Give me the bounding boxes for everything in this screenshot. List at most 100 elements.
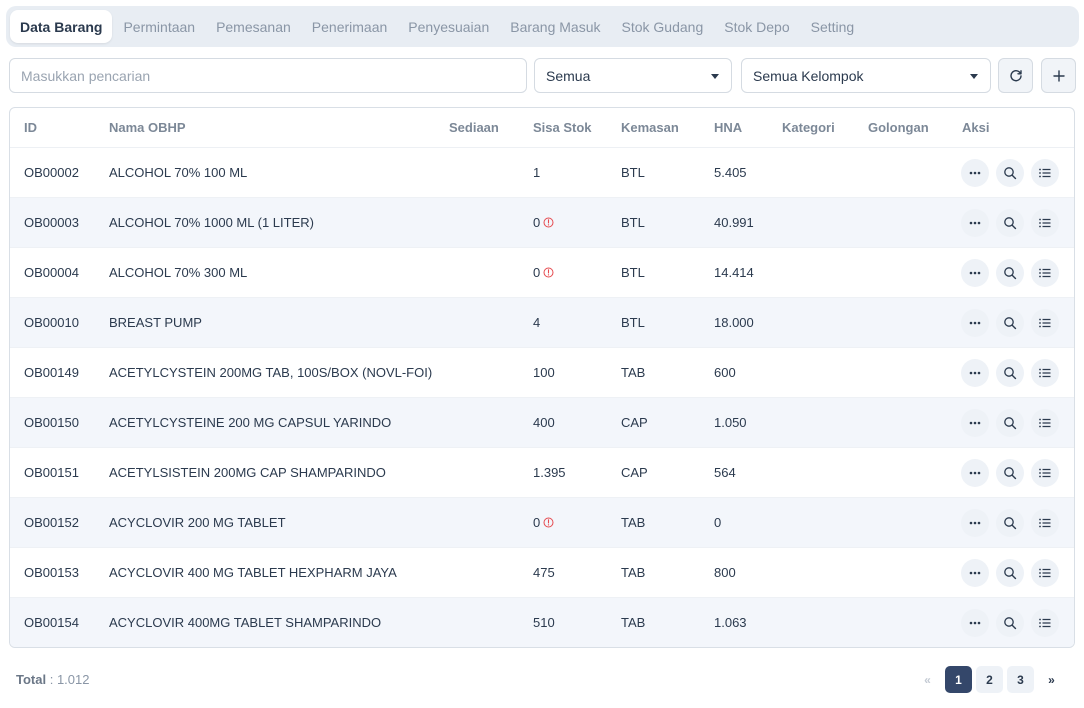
- view-button[interactable]: [996, 409, 1024, 437]
- more-icon: [969, 621, 981, 625]
- cell-hna: 40.991: [714, 198, 754, 248]
- more-button[interactable]: [961, 359, 989, 387]
- more-button[interactable]: [961, 309, 989, 337]
- warning-icon: [543, 267, 554, 278]
- page-button-1[interactable]: 1: [945, 666, 972, 693]
- tab-stok-gudang[interactable]: Stok Gudang: [612, 10, 714, 43]
- detail-button[interactable]: [1031, 409, 1059, 437]
- search-icon: [1004, 217, 1017, 230]
- cell-id-text: OB00152: [24, 515, 79, 530]
- cell-sisa-stok: 0: [533, 198, 554, 248]
- list-icon: [1039, 518, 1051, 528]
- search-icon: [1004, 567, 1017, 580]
- cell-hna: 800: [714, 548, 736, 598]
- tab-setting[interactable]: Setting: [801, 10, 865, 43]
- tab-barang-masuk[interactable]: Barang Masuk: [500, 10, 610, 43]
- detail-button[interactable]: [1031, 309, 1059, 337]
- cell-id: OB00004: [24, 248, 79, 298]
- cell-sisa-stok: 400: [533, 398, 555, 448]
- detail-button[interactable]: [1031, 209, 1059, 237]
- more-button[interactable]: [961, 159, 989, 187]
- tab-permintaan[interactable]: Permintaan: [113, 10, 205, 43]
- tab-data-barang[interactable]: Data Barang: [10, 10, 113, 43]
- cell-hna: 1.063: [714, 598, 747, 647]
- more-button[interactable]: [961, 459, 989, 487]
- more-button[interactable]: [961, 559, 989, 587]
- page-button-3[interactable]: 3: [1007, 666, 1034, 693]
- list-icon: [1039, 368, 1051, 378]
- cell-nama-text: ACYCLOVIR 200 MG TABLET: [109, 515, 286, 530]
- tab-stok-depo[interactable]: Stok Depo: [714, 10, 799, 43]
- cell-hna: 14.414: [714, 248, 754, 298]
- cell-kemasan-text: BTL: [621, 165, 645, 180]
- detail-button[interactable]: [1031, 559, 1059, 587]
- table-row: OB00004 ALCOHOL 70% 300 ML 0 BTL 14.414: [10, 248, 1074, 298]
- cell-kemasan-text: TAB: [621, 365, 646, 380]
- cell-kemasan: CAP: [621, 448, 648, 498]
- header-id: ID: [24, 120, 37, 135]
- detail-button[interactable]: [1031, 259, 1059, 287]
- cell-id-text: OB00004: [24, 265, 79, 280]
- cell-sisa-stok-text: 4: [533, 315, 541, 330]
- detail-button[interactable]: [1031, 159, 1059, 187]
- cell-sisa-stok-text: 400: [533, 415, 555, 430]
- cell-kemasan-text: BTL: [621, 215, 645, 230]
- more-icon: [969, 171, 981, 175]
- view-button[interactable]: [996, 509, 1024, 537]
- more-icon: [969, 321, 981, 325]
- cell-kemasan: BTL: [621, 148, 645, 198]
- detail-button[interactable]: [1031, 509, 1059, 537]
- group-select[interactable]: Semua Kelompok: [741, 58, 991, 93]
- refresh-button[interactable]: [998, 58, 1033, 93]
- cell-sisa-stok: 0: [533, 498, 554, 548]
- page-button-2[interactable]: 2: [976, 666, 1003, 693]
- add-button[interactable]: [1041, 58, 1076, 93]
- cell-sisa-stok: 475: [533, 548, 555, 598]
- cell-sisa-stok-text: 1.395: [533, 465, 566, 480]
- header-golongan: Golongan: [868, 120, 929, 135]
- cell-sisa-stok: 1.395: [533, 448, 566, 498]
- detail-button[interactable]: [1031, 459, 1059, 487]
- status-select[interactable]: Semua: [534, 58, 732, 93]
- next-page-button[interactable]: »: [1038, 666, 1065, 693]
- tab-penerimaan[interactable]: Penerimaan: [302, 10, 398, 43]
- view-button[interactable]: [996, 209, 1024, 237]
- cell-kemasan: TAB: [621, 598, 645, 647]
- more-button[interactable]: [961, 259, 989, 287]
- list-icon: [1039, 468, 1051, 478]
- view-button[interactable]: [996, 159, 1024, 187]
- cell-kemasan: TAB: [621, 498, 645, 548]
- view-button[interactable]: [996, 359, 1024, 387]
- chevron-down-icon: [711, 74, 719, 79]
- cell-hna-text: 564: [714, 465, 736, 480]
- more-button[interactable]: [961, 409, 989, 437]
- view-button[interactable]: [996, 559, 1024, 587]
- table-row: OB00153 ACYCLOVIR 400 MG TABLET HEXPHARM …: [10, 548, 1074, 598]
- cell-nama: ACYCLOVIR 400 MG TABLET HEXPHARM JAYA: [109, 548, 397, 598]
- prev-page-button[interactable]: «: [914, 666, 941, 693]
- tab-penyesuaian[interactable]: Penyesuaian: [398, 10, 499, 43]
- view-button[interactable]: [996, 259, 1024, 287]
- more-button[interactable]: [961, 609, 989, 637]
- cell-id-text: OB00003: [24, 215, 79, 230]
- tab-pemesanan[interactable]: Pemesanan: [206, 10, 301, 43]
- detail-button[interactable]: [1031, 609, 1059, 637]
- cell-hna-text: 1.050: [714, 415, 747, 430]
- pagination: «1 2 3»: [914, 666, 1065, 693]
- more-button[interactable]: [961, 509, 989, 537]
- row-actions: [961, 309, 1059, 337]
- cell-sisa-stok-text: 510: [533, 615, 555, 630]
- list-icon: [1039, 268, 1051, 278]
- view-button[interactable]: [996, 609, 1024, 637]
- cell-hna: 1.050: [714, 398, 747, 448]
- cell-id-text: OB00149: [24, 365, 79, 380]
- search-input[interactable]: [9, 58, 527, 93]
- view-button[interactable]: [996, 309, 1024, 337]
- status-select-value: Semua: [546, 67, 591, 84]
- row-actions: [961, 609, 1059, 637]
- more-button[interactable]: [961, 209, 989, 237]
- cell-id: OB00151: [24, 448, 79, 498]
- view-button[interactable]: [996, 459, 1024, 487]
- detail-button[interactable]: [1031, 359, 1059, 387]
- cell-hna: 5.405: [714, 148, 747, 198]
